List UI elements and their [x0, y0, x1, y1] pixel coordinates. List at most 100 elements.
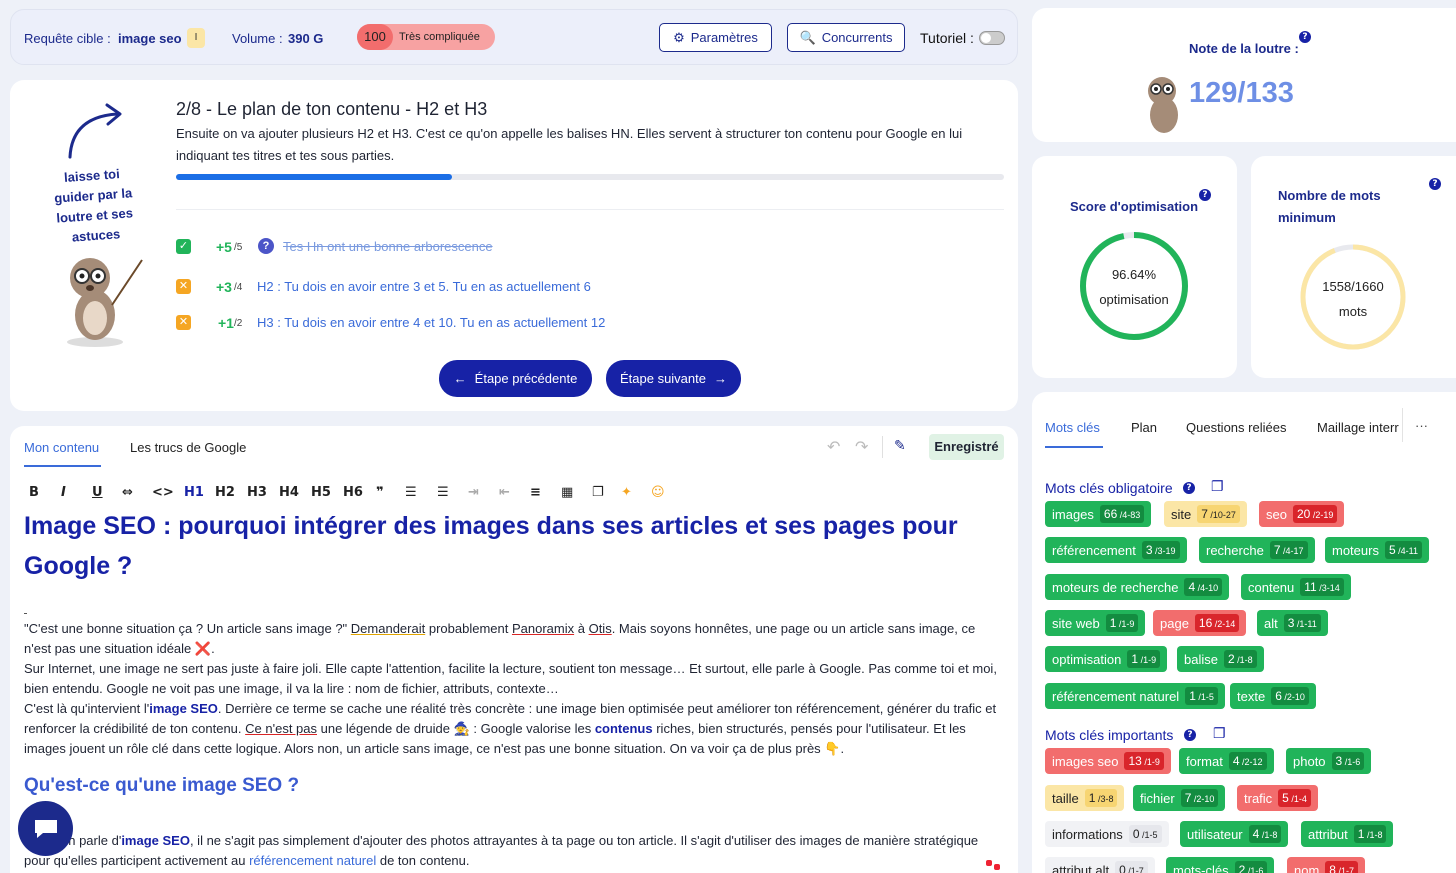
- copy-icon[interactable]: ❐: [1213, 725, 1226, 742]
- italic-button[interactable]: I: [61, 485, 66, 500]
- tutorial-toggle[interactable]: [979, 31, 1005, 45]
- check-warn-icon: ✕: [176, 279, 191, 294]
- check-row: ✓ +5 /5 ? Tes Hn ont une bonne arboresce…: [176, 238, 776, 256]
- keyword-chip[interactable]: trafic 5 /1-4: [1237, 785, 1318, 811]
- copy-block-icon[interactable]: ❐: [592, 485, 604, 500]
- tab-keywords[interactable]: Mots clés: [1045, 420, 1100, 435]
- tab-linking[interactable]: Maillage interr: [1317, 420, 1401, 435]
- keyword-chip[interactable]: format 4 /2-12: [1179, 748, 1274, 774]
- keyword-count-value: 13: [1128, 754, 1142, 768]
- difficulty-score: 100: [357, 24, 393, 50]
- keyword-name: photo: [1293, 753, 1326, 769]
- undo-icon[interactable]: ↶: [827, 437, 840, 457]
- keyword-chip[interactable]: fichier 7 /2-10: [1133, 785, 1226, 811]
- keyword-count: 66 /4-83: [1099, 505, 1145, 523]
- keyword-count: 5 /1-4: [1278, 789, 1311, 807]
- quote-button[interactable]: ❞: [376, 485, 384, 500]
- keyword-chip[interactable]: page 16 /2-14: [1153, 610, 1247, 636]
- h1-button[interactable]: H1: [184, 485, 204, 500]
- spell-flag[interactable]: Ce n'est pas: [245, 721, 317, 736]
- keyword-chip[interactable]: attribut alt 0 /1-7: [1045, 857, 1155, 873]
- redo-icon[interactable]: ↷: [855, 437, 868, 457]
- keyword-range: /1-9: [1138, 655, 1157, 665]
- tab-my-content[interactable]: Mon contenu: [24, 440, 99, 455]
- keyword-chip[interactable]: site web 1 /1-9: [1045, 610, 1146, 636]
- toggle-knob: [981, 33, 991, 43]
- keyword-chip[interactable]: utilisateur 4 /1-8: [1180, 821, 1289, 847]
- keyword-count: 1 /1-9: [1127, 650, 1161, 668]
- keyword-chip[interactable]: alt 3 /1-11: [1257, 610, 1328, 636]
- keyword-chip[interactable]: moteurs 5 /4-11: [1325, 537, 1430, 563]
- next-step-button[interactable]: Étape suivante →: [606, 360, 741, 397]
- tab-google-tips[interactable]: Les trucs de Google: [130, 440, 246, 455]
- keyword-chip[interactable]: référencement 3 /3-19: [1045, 537, 1187, 563]
- help-icon[interactable]: ?: [1183, 482, 1195, 494]
- keyword-range: /1-5: [1195, 692, 1214, 702]
- check-max: /5: [234, 242, 243, 253]
- align-icon[interactable]: ≡: [530, 485, 541, 500]
- help-icon[interactable]: ?: [1429, 178, 1441, 190]
- keyword-link[interactable]: référencement naturel: [249, 853, 376, 868]
- keyword-chip[interactable]: site 7 /10-27: [1164, 501, 1247, 527]
- ordered-list-icon[interactable]: ☰: [405, 485, 417, 500]
- keyword-count-value: 6: [1275, 689, 1282, 703]
- prev-step-button[interactable]: ← Étape précédente: [439, 360, 592, 397]
- code-button[interactable]: <>: [152, 485, 174, 500]
- keyword-range: /1-9: [1116, 619, 1135, 629]
- keyword-chip[interactable]: texte 6 /2-10: [1230, 683, 1316, 709]
- keyword-chip[interactable]: contenu 11 /3-14: [1241, 574, 1351, 600]
- keyword-chip[interactable]: recherche 7 /4-17: [1199, 537, 1315, 563]
- keyword-count: 8 /1-7: [1325, 861, 1358, 873]
- keyword-chip[interactable]: photo 3 /1-6: [1286, 748, 1372, 774]
- spell-flag[interactable]: Demanderait: [351, 621, 425, 636]
- ai-sparkle-icon[interactable]: ✦: [621, 485, 632, 500]
- link-button[interactable]: ⇔: [122, 485, 133, 500]
- keyword-chip[interactable]: référencement naturel 1 /1-5: [1045, 683, 1225, 709]
- underline-button[interactable]: U: [92, 485, 103, 500]
- keyword-chip[interactable]: images seo 13 /1-9: [1045, 748, 1171, 774]
- h6-button[interactable]: H6: [343, 485, 363, 500]
- copy-icon[interactable]: ❐: [1211, 478, 1224, 495]
- spell-flag[interactable]: Panoramix: [512, 621, 574, 636]
- h2-button[interactable]: H2: [215, 485, 235, 500]
- keyword-chip[interactable]: informations 0 /1-5: [1045, 821, 1169, 847]
- competitors-button[interactable]: 🔍 Concurrents: [787, 23, 905, 52]
- help-icon[interactable]: ?: [1199, 189, 1211, 201]
- keyword-range: /2-10: [1191, 794, 1215, 804]
- keyword-chip[interactable]: attribut 1 /1-8: [1301, 821, 1394, 847]
- keyword-count-value: 2: [1227, 652, 1235, 666]
- help-icon[interactable]: ?: [258, 238, 274, 254]
- bullet-list-icon[interactable]: ☰: [437, 485, 449, 500]
- h4-button[interactable]: H4: [279, 485, 299, 500]
- keyword-chip[interactable]: nom 8 /1-7: [1287, 857, 1365, 873]
- h3-button[interactable]: H3: [247, 485, 267, 500]
- tab-plan[interactable]: Plan: [1131, 420, 1157, 435]
- outdent-icon[interactable]: ⇤: [499, 485, 510, 500]
- keyword-chip[interactable]: seo 20 /2-19: [1259, 501, 1345, 527]
- chat-button[interactable]: [18, 801, 73, 856]
- params-button[interactable]: ⚙ Paramètres: [659, 23, 772, 52]
- help-icon[interactable]: ?: [1184, 729, 1196, 741]
- keyword-chip[interactable]: taille 1 /3-8: [1045, 785, 1125, 811]
- keyword-chip[interactable]: optimisation 1 /1-9: [1045, 646, 1168, 672]
- keyword-name: format: [1186, 753, 1223, 769]
- edit-icon[interactable]: ✎: [894, 437, 906, 454]
- keyword-chip[interactable]: mots-clés 2 /1-6: [1166, 857, 1275, 873]
- emoji-icon[interactable]: ☺: [651, 485, 665, 500]
- more-tabs-icon[interactable]: ···: [1415, 418, 1428, 433]
- help-icon[interactable]: ?: [1299, 31, 1311, 43]
- keyword-chip[interactable]: images 66 /4-83: [1045, 501, 1152, 527]
- table-icon[interactable]: ▦: [561, 485, 573, 500]
- bold-button[interactable]: B: [29, 485, 39, 500]
- cursor-mark: [24, 613, 27, 614]
- keyword-chip[interactable]: balise 2 /1-8: [1177, 646, 1264, 672]
- params-label: Paramètres: [690, 30, 758, 45]
- keyword-chip[interactable]: moteurs de recherche 4 /4-10: [1045, 574, 1230, 600]
- keyword-highlight: contenus: [594, 721, 653, 736]
- spell-flag[interactable]: Otis: [589, 621, 612, 636]
- keyword-count: 16 /2-14: [1194, 614, 1240, 632]
- indent-icon[interactable]: ⇥: [468, 485, 479, 500]
- h5-button[interactable]: H5: [311, 485, 331, 500]
- optimisation-card: Score d'optimisation ? 96.64% optimisati…: [1032, 156, 1237, 378]
- tab-questions[interactable]: Questions reliées: [1186, 420, 1286, 435]
